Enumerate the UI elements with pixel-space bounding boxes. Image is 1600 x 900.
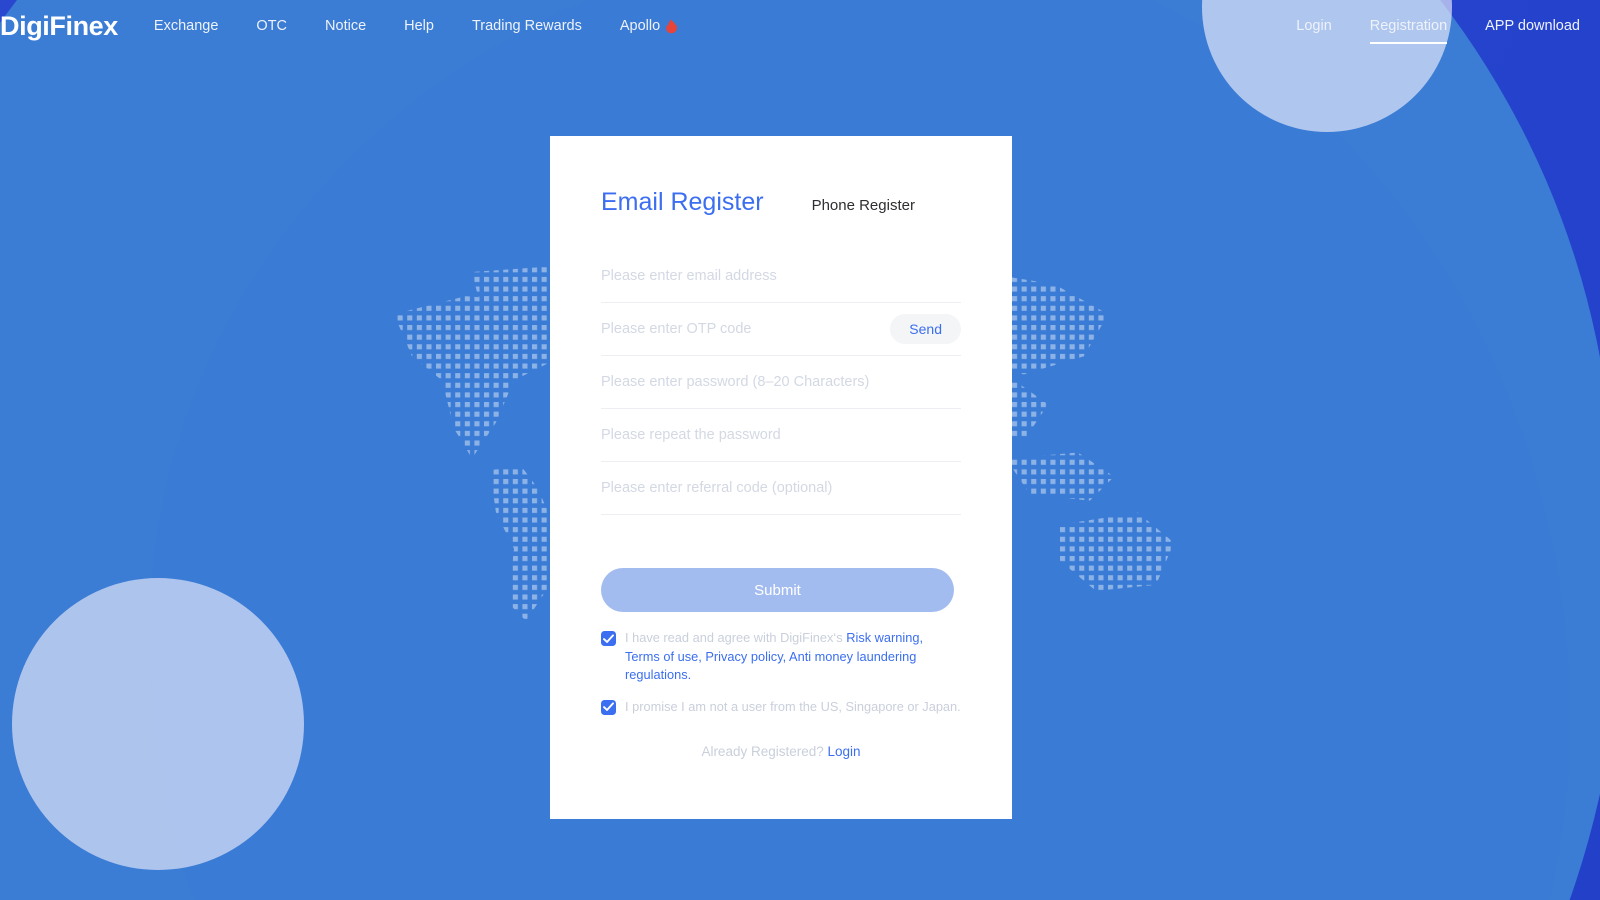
nav-item-help[interactable]: Help (404, 18, 434, 34)
password-input[interactable] (601, 374, 961, 390)
submit-button[interactable]: Submit (601, 568, 954, 612)
nav-item-label: Trading Rewards (471, 18, 582, 34)
brand-logo[interactable]: DigiFinex (0, 11, 118, 42)
otp-field-row: Send (601, 303, 961, 356)
nav-item-notice[interactable]: Notice (325, 18, 366, 34)
referral-code-field-row (601, 462, 961, 515)
top-navigation-bar: DigiFinex Exchange OTC Notice Help Tradi… (0, 0, 1600, 52)
register-mode-tabs: Email Register Phone Register (601, 136, 961, 217)
nav-item-apollo[interactable]: Apollo (620, 18, 678, 34)
repeat-password-field-row (601, 409, 961, 462)
nav-item-label: Apollo (619, 18, 661, 34)
registration-card: Email Register Phone Register Send Submi… (550, 136, 1012, 819)
nav-item-label: Exchange (153, 18, 219, 34)
repeat-password-input[interactable] (601, 427, 961, 443)
nav-item-login[interactable]: Login (1296, 18, 1331, 34)
password-field-row (601, 356, 961, 409)
agreement-row-terms: I have read and agree with DigiFinex‘s R… (601, 629, 961, 685)
already-registered-row: Already Registered? Login (601, 744, 961, 759)
nav-item-app-download[interactable]: APP download (1485, 18, 1580, 34)
referral-code-input[interactable] (601, 480, 961, 496)
nav-item-trading-rewards[interactable]: Trading Rewards (472, 18, 582, 34)
flame-icon (665, 18, 678, 34)
primary-nav: Exchange OTC Notice Help Trading Rewards… (154, 18, 678, 34)
login-link[interactable]: Login (828, 744, 861, 759)
nav-item-label: Registration (1369, 18, 1448, 34)
nav-item-label: Notice (325, 18, 367, 34)
nav-item-label: Help (404, 18, 434, 34)
nav-item-label: OTC (256, 18, 288, 34)
already-registered-label: Already Registered? (701, 744, 828, 759)
jurisdiction-checkbox[interactable] (601, 699, 616, 715)
terms-checkbox[interactable] (601, 631, 616, 646)
tab-phone-register[interactable]: Phone Register (812, 197, 915, 214)
jurisdiction-agreement-text: I promise I am not a user from the US, S… (625, 698, 961, 714)
registration-form: Send (601, 250, 961, 515)
nav-item-exchange[interactable]: Exchange (154, 18, 219, 34)
email-field-row (601, 250, 961, 303)
terms-text-plain: I have read and agree with DigiFinex‘s (625, 630, 847, 645)
send-otp-button[interactable]: Send (890, 314, 961, 344)
nav-item-registration[interactable]: Registration (1369, 18, 1448, 44)
registration-page: DigiFinex Exchange OTC Notice Help Tradi… (0, 0, 1600, 900)
check-icon (603, 702, 614, 711)
tab-email-register[interactable]: Email Register (601, 188, 764, 217)
email-input[interactable] (601, 268, 961, 284)
nav-item-otc[interactable]: OTC (256, 18, 287, 34)
nav-item-label: APP download (1485, 18, 1580, 34)
nav-item-label: Login (1296, 18, 1332, 34)
check-icon (603, 633, 614, 643)
decorative-circle-bottom-left (12, 578, 304, 870)
agreement-row-jurisdiction: I promise I am not a user from the US, S… (601, 698, 961, 717)
account-nav: Login Registration APP download (1296, 18, 1580, 44)
terms-agreement-text: I have read and agree with DigiFinex‘s R… (625, 629, 961, 685)
